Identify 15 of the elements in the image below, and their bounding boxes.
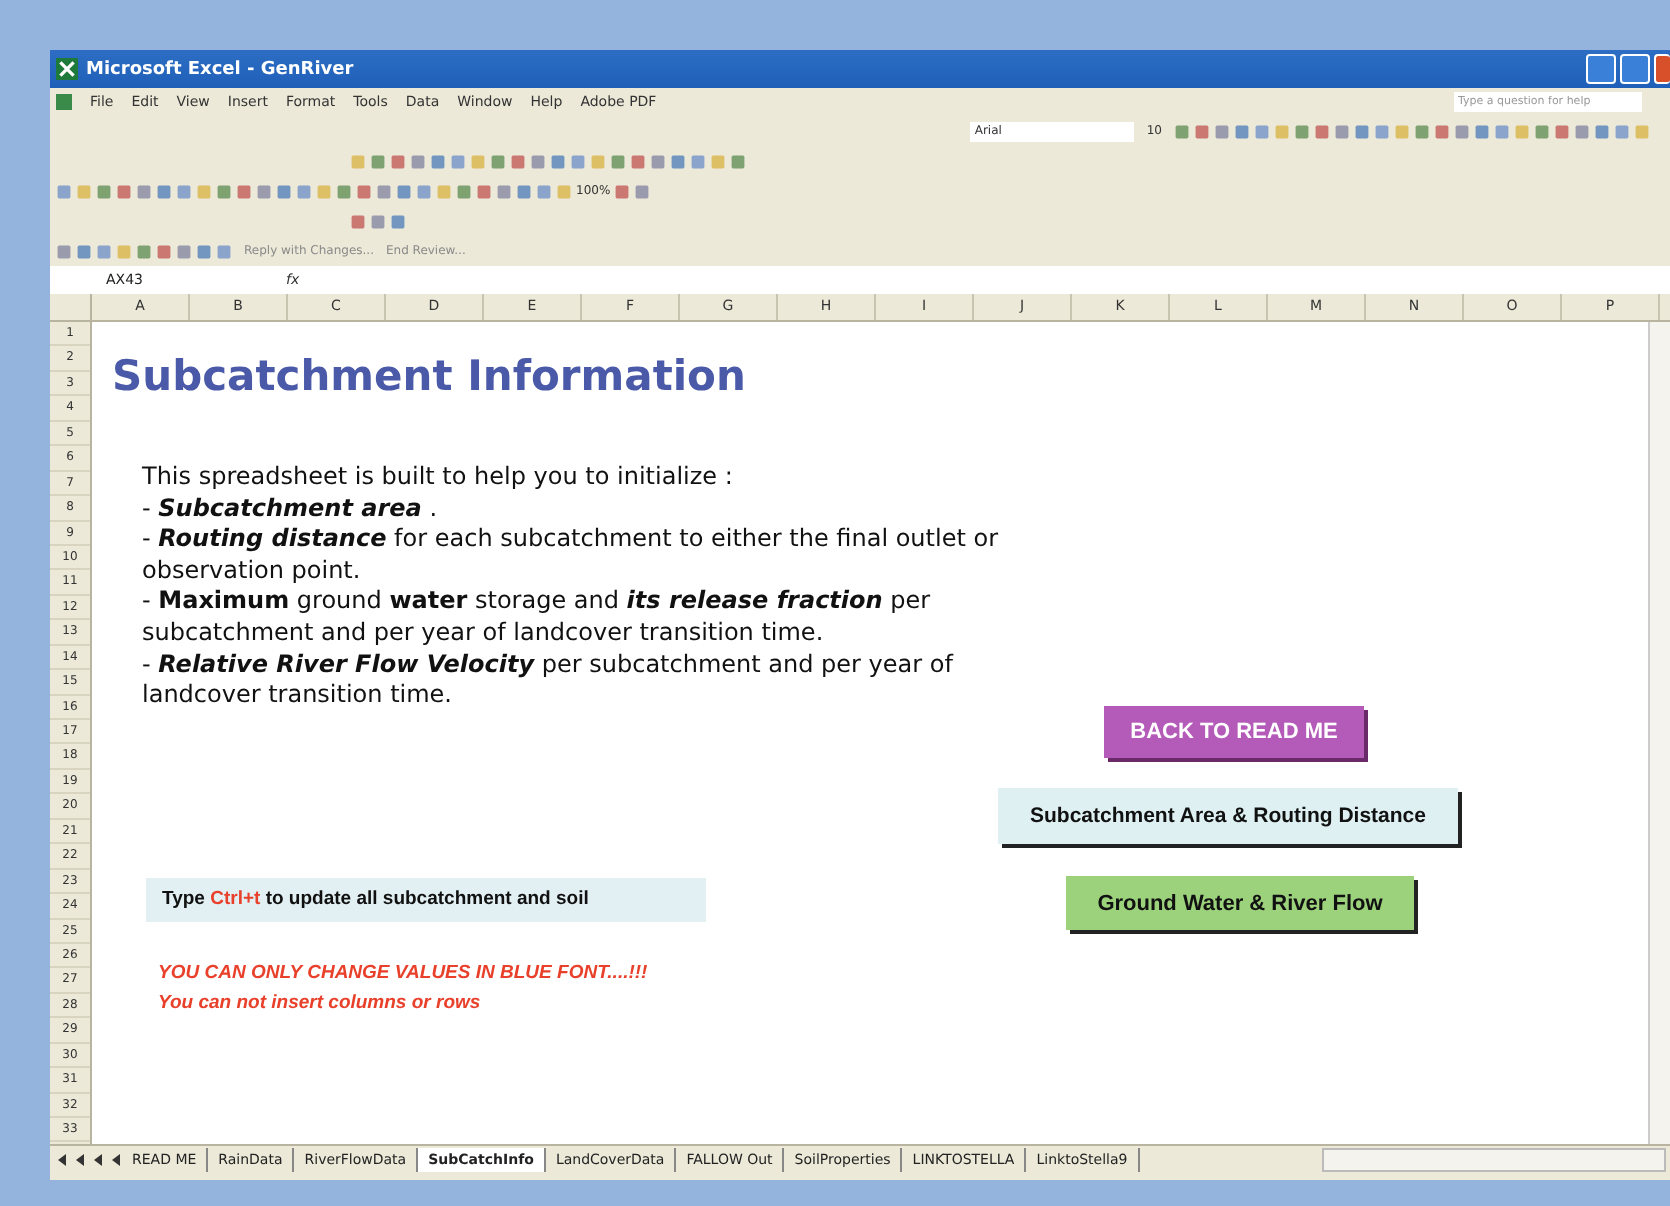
minimize-button[interactable] [1586,54,1616,84]
warning-text: You can not insert columns or rows [158,992,481,1014]
macro-button[interactable]: Subcatchment Area & Routing Distance [998,788,1458,844]
close-button[interactable] [1654,54,1670,84]
sheet-title: Subcatchment Information [112,352,746,400]
app-icon [56,58,78,80]
vertical-scrollbar[interactable] [1648,322,1670,1144]
horizontal-scrollbar[interactable] [1322,1148,1666,1172]
macro-button[interactable]: BACK TO READ ME [1104,706,1364,758]
shortcut-note: Type Ctrl+t to update all subcatchment and soil [146,878,706,922]
intro-paragraph: This spreadsheet is built to help you to initialize : - Subcatchment area . - Routing distance for each subcatchment to either the final outlet or observation point. - Maximum ground water storage and its release fraction per subcatchment and per year of landcover transition time. - Relative River Flow Velocity per subcatchment and per year of landcover transition time. [142,462,1001,712]
restore-button[interactable] [1620,54,1650,84]
macro-button[interactable]: Ground Water & River Flow [1066,876,1414,930]
window-title: Microsoft Excel - GenRiver [86,59,354,79]
warning-text: YOU CAN ONLY CHANGE VALUES IN BLUE FONT....!!! [158,962,648,984]
